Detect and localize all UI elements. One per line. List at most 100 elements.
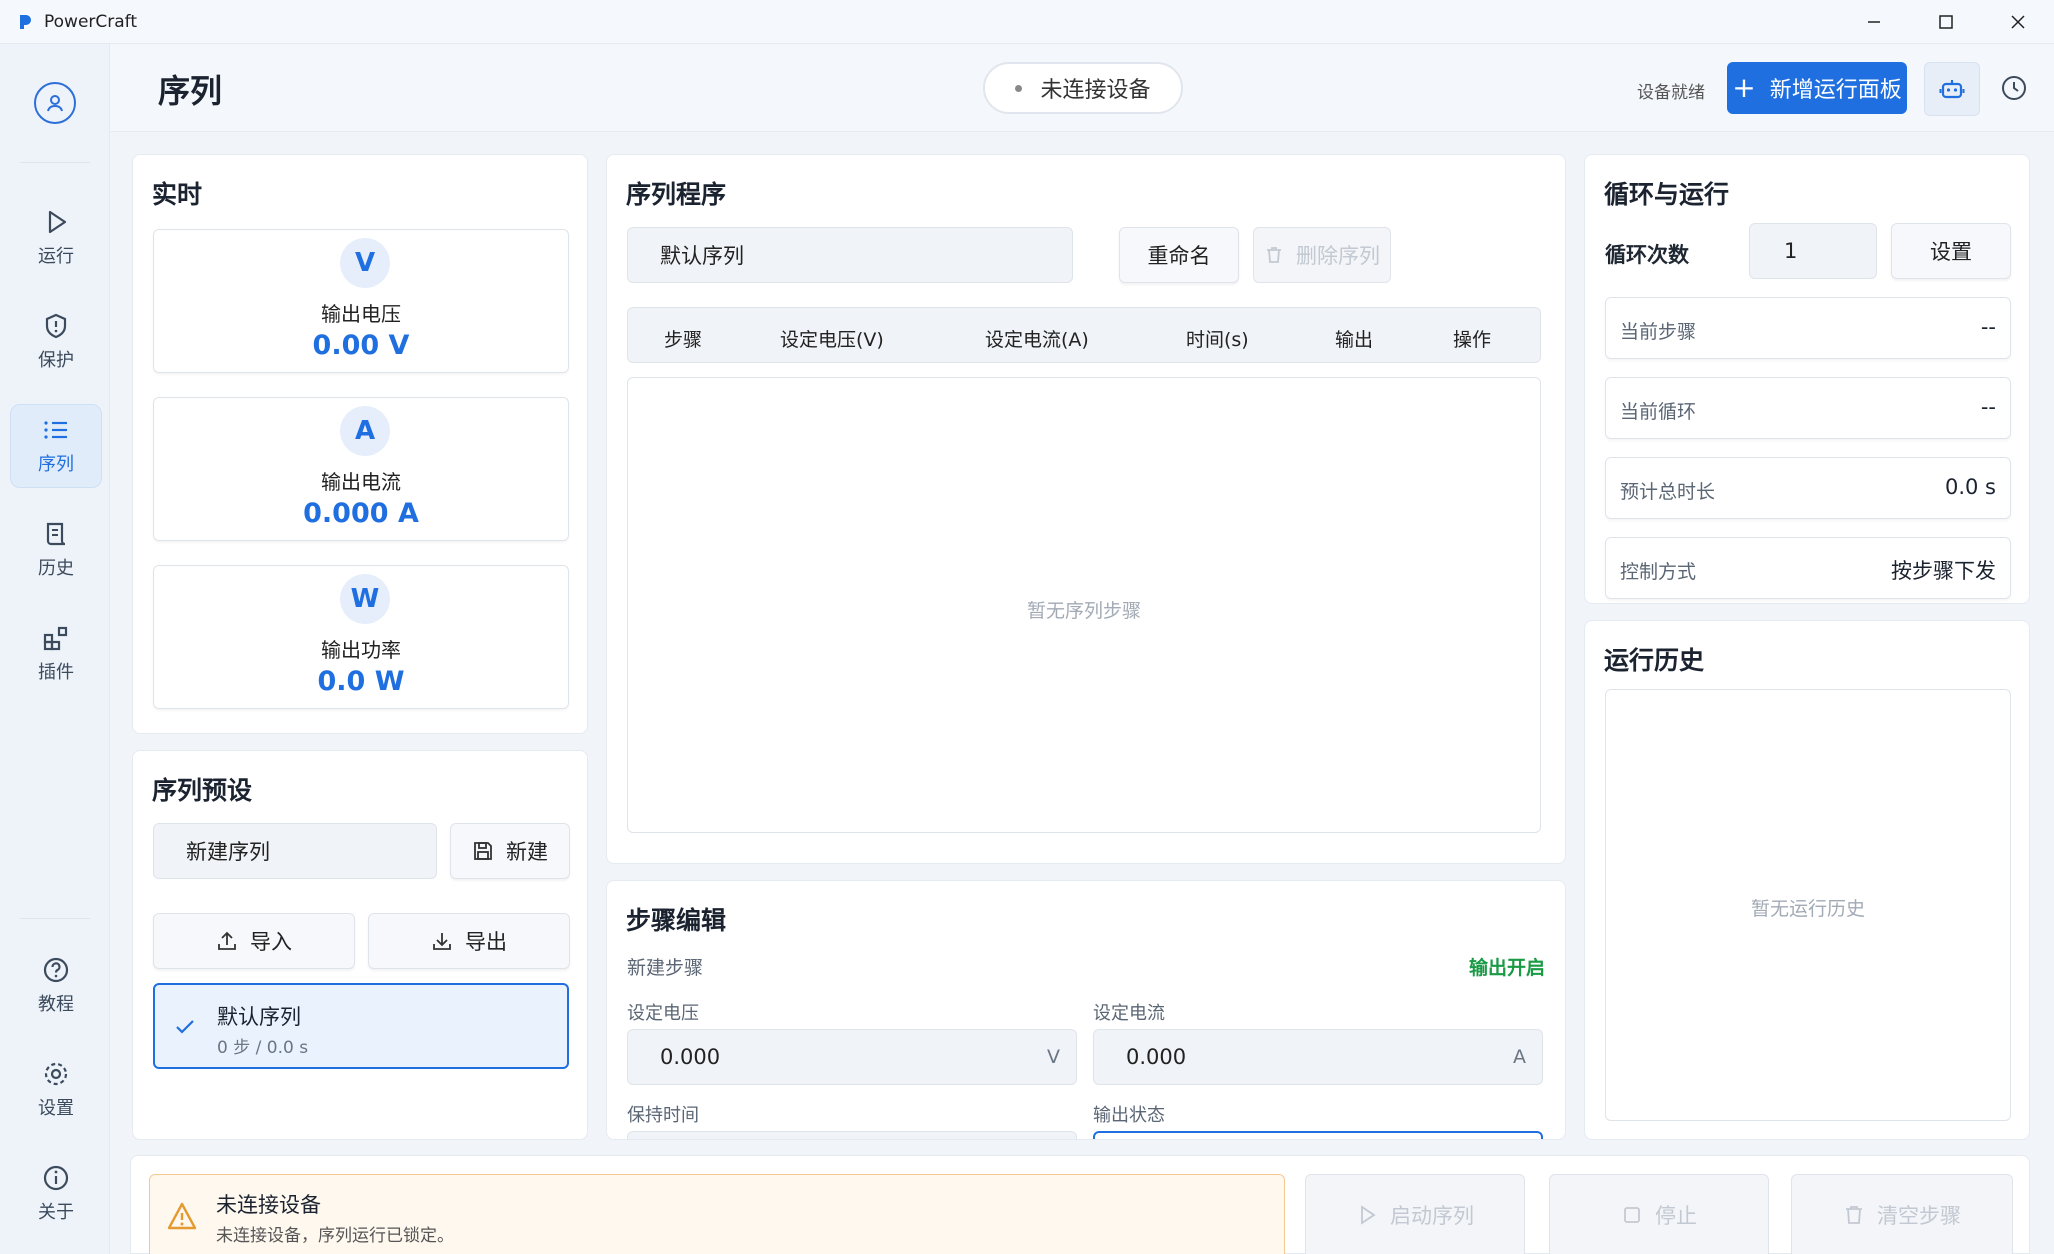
minimize-button[interactable] <box>1838 0 1910 44</box>
step-editor-title: 步骤编辑 <box>626 906 727 935</box>
output-state-label: 输出状态 <box>1093 1105 1165 1126</box>
sidebar-item-history[interactable]: 历史 <box>10 508 102 592</box>
clear-steps-label: 清空步骤 <box>1877 1203 1961 1228</box>
metric-value: 0.000 A <box>303 498 419 529</box>
rename-button[interactable]: 重命名 <box>1119 227 1239 283</box>
loop-count-label: 循环次数 <box>1605 243 1689 267</box>
power-badge: W <box>340 574 390 624</box>
maximize-icon <box>1939 15 1953 29</box>
start-sequence-button[interactable]: 启动序列 <box>1305 1174 1525 1254</box>
kv-value: -- <box>1980 315 1996 339</box>
kv-label: 控制方式 <box>1620 561 1697 583</box>
new-preset-label: 新建 <box>506 840 548 864</box>
save-icon <box>474 842 492 860</box>
current-value: 0.000 <box>1126 1045 1187 1069</box>
close-button[interactable] <box>1982 0 2054 44</box>
metric-label: 输出功率 <box>321 638 401 662</box>
sidebar-item-tutorial[interactable]: 教程 <box>10 944 102 1028</box>
voltage-input[interactable]: 0.000 V <box>627 1029 1077 1085</box>
metric-label: 输出电流 <box>321 470 401 494</box>
run-history-list: 暂无运行历史 <box>1605 689 2011 1121</box>
current-loop-row: 当前循环 -- <box>1605 377 2011 439</box>
sidebar-item-sequence[interactable]: 序列 <box>10 404 102 488</box>
kv-label: 当前循环 <box>1620 401 1697 423</box>
user-avatar[interactable] <box>34 82 76 124</box>
export-button[interactable]: 导出 <box>368 913 570 969</box>
presets-card: 序列预设 新建序列 新建 导入 导出 默认序列 0 步 / 0.0 s <box>132 750 588 1140</box>
voltage-field-label: 设定电压 <box>627 1003 699 1024</box>
connection-status-pill[interactable]: 未连接设备 <box>983 62 1183 114</box>
voltage-unit: V <box>1047 1046 1060 1068</box>
app-logo-icon <box>20 14 31 29</box>
sidebar-item-label: 设置 <box>38 1098 74 1119</box>
current-field-label: 设定电流 <box>1093 1003 1165 1024</box>
voltage-metric: V 输出电压 0.00 V <box>153 229 569 373</box>
sidebar-divider <box>20 918 90 919</box>
preset-meta: 0 步 / 0.0 s <box>217 1038 309 1058</box>
help-icon <box>43 957 69 983</box>
hold-time-input[interactable] <box>627 1131 1077 1139</box>
metric-value: 0.0 W <box>317 666 405 697</box>
sidebar-item-label: 关于 <box>38 1202 74 1223</box>
import-button[interactable]: 导入 <box>153 913 355 969</box>
sidebar-item-label: 保护 <box>38 350 74 371</box>
sidebar-item-settings[interactable]: 设置 <box>10 1048 102 1132</box>
check-icon <box>176 1020 194 1034</box>
current-badge: A <box>340 406 390 456</box>
page-header: 序列 未连接设备 设备就绪 + 新增运行面板 <box>110 44 2054 132</box>
import-label: 导入 <box>250 930 292 954</box>
add-run-panel-label: 新增运行面板 <box>1769 78 1902 103</box>
warning-title: 未连接设备 <box>216 1193 321 1217</box>
loop-title: 循环与运行 <box>1604 180 1730 209</box>
sequence-name-select[interactable]: 默认序列 <box>627 227 1073 283</box>
current-metric: A 输出电流 0.000 A <box>153 397 569 541</box>
sequence-program-card: 序列程序 默认序列 重命名 删除序列 步骤 设定电压(V) 设定电流(A) 时间… <box>606 154 1566 864</box>
column-header: 设定电压(V) <box>780 329 884 351</box>
metric-label: 输出电压 <box>321 302 401 326</box>
output-state-select[interactable] <box>1093 1131 1543 1139</box>
clear-steps-button[interactable]: 清空步骤 <box>1791 1174 2013 1254</box>
sidebar-item-plugins[interactable]: 插件 <box>10 612 102 696</box>
sidebar-item-label: 序列 <box>38 454 74 475</box>
delete-sequence-label: 删除序列 <box>1296 244 1380 268</box>
sidebar-item-label: 历史 <box>38 558 74 579</box>
delete-sequence-button[interactable]: 删除序列 <box>1253 227 1391 283</box>
export-label: 导出 <box>465 930 507 954</box>
loop-count-input[interactable]: 1 <box>1749 223 1877 279</box>
steps-table-header: 步骤 设定电压(V) 设定电流(A) 时间(s) 输出 操作 <box>627 307 1541 363</box>
set-loop-button[interactable]: 设置 <box>1891 223 2011 279</box>
sidebar-item-run[interactable]: 运行 <box>10 196 102 280</box>
step-editor-card: 步骤编辑 新建步骤 输出开启 设定电压 0.000 V 设定电流 0.000 A… <box>606 880 1566 1140</box>
maximize-button[interactable] <box>1910 0 1982 44</box>
kv-label: 当前步骤 <box>1620 321 1697 343</box>
current-unit: A <box>1513 1046 1526 1068</box>
stop-button[interactable]: 停止 <box>1549 1174 1769 1254</box>
sidebar-item-protect[interactable]: 保护 <box>10 300 102 384</box>
add-run-panel-button[interactable]: + 新增运行面板 <box>1727 62 1907 114</box>
step-subtitle: 新建步骤 <box>627 957 704 979</box>
status-dot <box>1015 84 1023 92</box>
assistant-button[interactable] <box>1924 62 1980 116</box>
play-icon <box>1361 1204 1376 1225</box>
sidebar-item-about[interactable]: 关于 <box>10 1152 102 1236</box>
stop-icon <box>1624 1206 1640 1223</box>
preset-list-item[interactable]: 默认序列 0 步 / 0.0 s <box>153 983 569 1069</box>
steps-table-body: 暂无序列步骤 <box>627 377 1541 833</box>
action-bar: 未连接设备 未连接设备，序列运行已锁定。 启动序列 停止 清空步骤 <box>130 1155 2030 1254</box>
trash-icon <box>1846 1205 1862 1224</box>
kv-value: -- <box>1980 395 1996 419</box>
plus-icon: + <box>1732 71 1756 104</box>
column-header: 步骤 <box>664 329 703 351</box>
stop-label: 停止 <box>1655 1203 1697 1228</box>
new-preset-button[interactable]: 新建 <box>450 823 570 879</box>
kv-label: 预计总时长 <box>1620 481 1716 503</box>
preset-name: 默认序列 <box>217 1005 301 1029</box>
control-mode-row: 控制方式 按步骤下发 <box>1605 537 2011 599</box>
warning-text: 未连接设备，序列运行已锁定。 <box>216 1226 454 1246</box>
current-input[interactable]: 0.000 A <box>1093 1029 1543 1085</box>
title-bar: PowerCraft <box>0 0 2054 44</box>
clock-icon[interactable] <box>2000 74 2028 102</box>
voltage-badge: V <box>340 238 390 288</box>
shield-icon <box>45 313 67 339</box>
preset-name-input[interactable]: 新建序列 <box>153 823 437 879</box>
